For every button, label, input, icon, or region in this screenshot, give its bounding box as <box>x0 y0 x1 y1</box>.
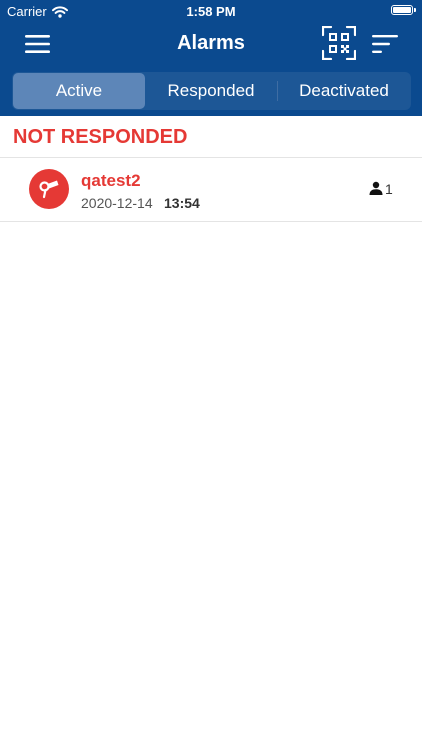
divider <box>0 221 422 222</box>
alarm-name: qatest2 <box>81 171 141 190</box>
tab-label: Responded <box>167 81 255 100</box>
alarm-date: 2020-12-14 <box>81 195 153 211</box>
battery-icon <box>391 5 416 15</box>
alarm-status-tabs: Active Responded Deactivated <box>12 72 411 110</box>
alarm-list-item[interactable]: qatest2 2020-12-14 13:54 1 <box>0 158 422 221</box>
alarm-avatar <box>29 169 69 209</box>
qr-scan-icon[interactable] <box>322 26 356 60</box>
section-header-not-responded: NOT RESPONDED <box>13 126 188 148</box>
hamburger-menu-icon[interactable] <box>25 34 50 54</box>
app-header: Carrier 1:58 PM Alarms Active Responded … <box>0 0 422 116</box>
status-bar: Carrier 1:58 PM <box>0 0 422 22</box>
page-title: Alarms <box>177 32 245 54</box>
nav-bar: Alarms <box>0 22 422 66</box>
person-icon <box>369 181 383 195</box>
tab-deactivated[interactable]: Deactivated <box>278 73 410 109</box>
alarm-device-icon <box>39 180 59 199</box>
tab-active[interactable]: Active <box>13 73 145 109</box>
responder-count: 1 <box>385 181 393 197</box>
tab-label: Deactivated <box>299 81 389 100</box>
tab-label: Active <box>55 81 103 100</box>
sort-filter-icon[interactable] <box>372 34 398 54</box>
alarm-time: 13:54 <box>164 195 200 211</box>
tab-responded[interactable]: Responded <box>145 73 277 109</box>
status-time: 1:58 PM <box>186 4 236 19</box>
